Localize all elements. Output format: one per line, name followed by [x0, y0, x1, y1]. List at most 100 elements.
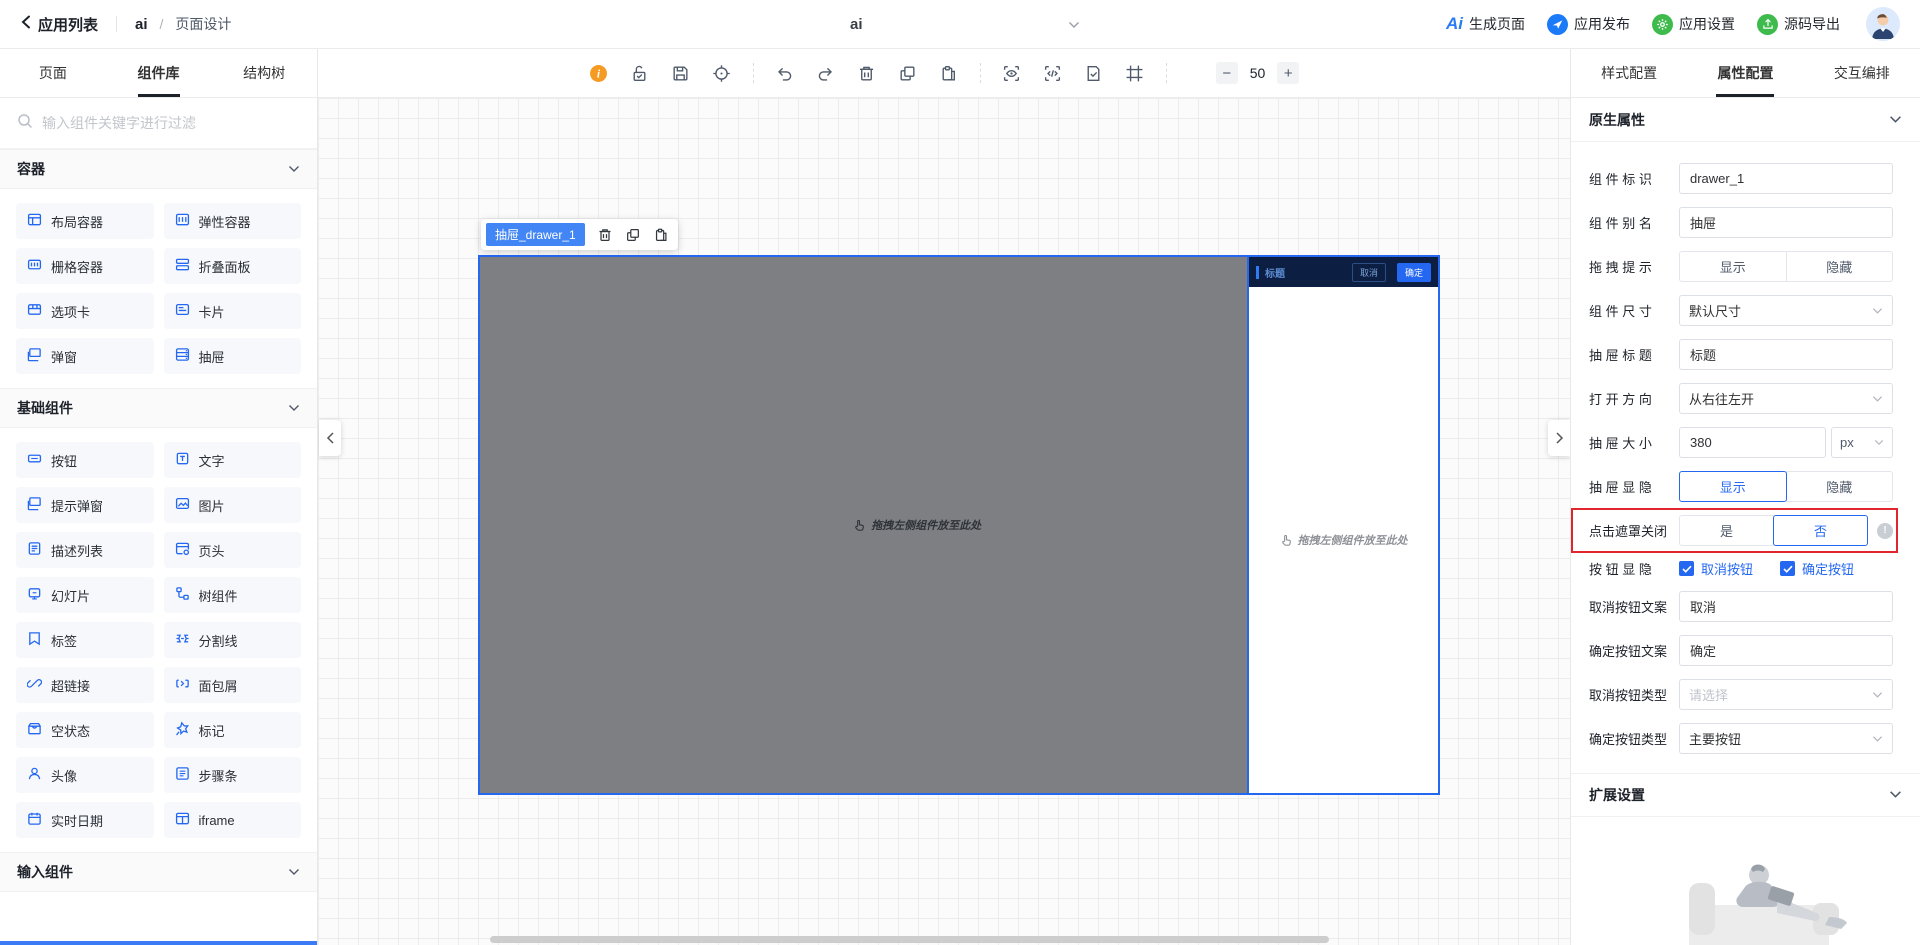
component-search-input[interactable] — [42, 115, 300, 131]
confirm-text-input[interactable] — [1679, 635, 1893, 666]
drawer-cancel-button[interactable]: 取消 — [1352, 263, 1386, 282]
toolbar-separator — [753, 63, 754, 83]
collapse-left-panel-button[interactable] — [319, 420, 341, 456]
unlock-icon[interactable] — [630, 63, 650, 83]
drawer-body[interactable]: 拖拽左侧组件放至此处 — [1249, 287, 1438, 793]
mask-close-no-option[interactable]: 否 — [1773, 515, 1868, 546]
paste-icon[interactable] — [939, 63, 959, 83]
zoom-in-button[interactable]: + — [1277, 62, 1299, 84]
component-item-hyperlink[interactable]: 超链接 — [16, 667, 154, 703]
component-item-description-list[interactable]: 描述列表 — [16, 532, 154, 568]
component-item-text[interactable]: 文字 — [164, 442, 302, 478]
artboard-icon[interactable] — [1125, 63, 1145, 83]
tab-pages[interactable]: 页面 — [0, 49, 106, 97]
drawer-panel[interactable]: 标题 取消 确定 拖拽左侧组件放至此处 — [1247, 257, 1438, 793]
component-alias-input[interactable] — [1679, 207, 1893, 238]
undo-icon[interactable] — [775, 63, 795, 83]
chevron-down-icon — [1872, 735, 1883, 743]
cancel-type-select[interactable]: 请选择 — [1679, 679, 1893, 710]
canvas-viewport[interactable]: 抽屉_drawer_1 拖拽左侧组件放至此处 — [318, 98, 1570, 945]
drawer-component-selected[interactable]: 拖拽左侧组件放至此处 标题 取消 确定 拖 — [478, 255, 1440, 795]
drawer-confirm-button[interactable]: 确定 — [1397, 263, 1431, 282]
mask-close-yes-option[interactable]: 是 — [1679, 515, 1774, 546]
component-item-breadcrumb[interactable]: 面包屑 — [164, 667, 302, 703]
field-drawer-title: 抽 屉 标 题 — [1589, 339, 1893, 370]
save-icon[interactable] — [671, 63, 691, 83]
app-publish-button[interactable]: 应用发布 — [1547, 14, 1630, 35]
component-item-tabs[interactable]: 选项卡 — [16, 293, 154, 329]
back-to-app-list-button[interactable]: 应用列表 — [20, 14, 98, 35]
component-item-flex-container[interactable]: 弹性容器 — [164, 203, 302, 239]
drawer-visibility-show-option[interactable]: 显示 — [1679, 471, 1787, 502]
cancel-button-checkbox[interactable]: 取消按钮 — [1679, 559, 1753, 578]
generate-page-button[interactable]: Ai 生成页面 — [1446, 14, 1525, 34]
breadcrumb-app[interactable]: ai — [135, 16, 148, 33]
paste-component-icon[interactable] — [653, 227, 669, 243]
section-container[interactable]: 容器 — [0, 149, 317, 189]
section-input[interactable]: 输入组件 — [0, 852, 317, 892]
component-item-layout-container[interactable]: 布局容器 — [16, 203, 154, 239]
section-basic[interactable]: 基础组件 — [0, 388, 317, 428]
delete-component-icon[interactable] — [597, 227, 613, 243]
component-item-collapse-panel[interactable]: 折叠面板 — [164, 248, 302, 284]
component-item-image[interactable]: 图片 — [164, 487, 302, 523]
component-item-divider[interactable]: 分割线 — [164, 622, 302, 658]
component-item-realtime-date[interactable]: 实时日期 — [16, 802, 154, 838]
tab-props-config[interactable]: 属性配置 — [1687, 49, 1803, 97]
drawer-visibility-hide-option[interactable]: 隐藏 — [1786, 471, 1894, 502]
component-size-select[interactable]: 默认尺寸 — [1679, 295, 1893, 326]
component-item-grid-container[interactable]: 栅格容器 — [16, 248, 154, 284]
info-tooltip-icon[interactable]: ! — [1877, 523, 1893, 539]
component-item-carousel[interactable]: 幻灯片 — [16, 577, 154, 613]
locate-icon[interactable] — [712, 63, 732, 83]
delete-icon[interactable] — [857, 63, 877, 83]
component-item-steps[interactable]: 步骤条 — [164, 757, 302, 793]
drag-hint-show-option[interactable]: 显示 — [1679, 251, 1787, 282]
component-item-page-header[interactable]: 页头 — [164, 532, 302, 568]
drag-hint-hide-option[interactable]: 隐藏 — [1786, 251, 1894, 282]
collapse-right-panel-button[interactable] — [1548, 420, 1570, 456]
canvas-horizontal-scrollbar[interactable] — [490, 936, 1329, 943]
component-item-alert-modal[interactable]: 提示弹窗 — [16, 487, 154, 523]
component-item-drawer[interactable]: 抽屉 — [164, 338, 302, 374]
page-selector-value: ai — [850, 16, 863, 33]
tab-component-library[interactable]: 组件库 — [106, 49, 212, 97]
info-icon[interactable]: i — [589, 63, 609, 83]
drawer-title-input[interactable] — [1679, 339, 1893, 370]
tab-style-config[interactable]: 样式配置 — [1571, 49, 1687, 97]
tab-structure-tree[interactable]: 结构树 — [211, 49, 317, 97]
cancel-text-input[interactable] — [1679, 591, 1893, 622]
preview-icon[interactable] — [1002, 63, 1022, 83]
page-check-icon[interactable] — [1084, 63, 1104, 83]
component-item-modal[interactable]: 弹窗 — [16, 338, 154, 374]
redo-icon[interactable] — [816, 63, 836, 83]
component-item-avatar[interactable]: 头像 — [16, 757, 154, 793]
copy-component-icon[interactable] — [625, 227, 641, 243]
source-code-icon[interactable] — [1043, 63, 1063, 83]
copy-icon[interactable] — [898, 63, 918, 83]
drawer-size-unit-select[interactable]: px — [1831, 427, 1893, 458]
component-item-tree[interactable]: 树组件 — [164, 577, 302, 613]
confirm-button-checkbox[interactable]: 确定按钮 — [1780, 559, 1854, 578]
user-avatar[interactable] — [1866, 7, 1900, 41]
section-input-title: 输入组件 — [17, 862, 73, 882]
component-item-tag[interactable]: 标签 — [16, 622, 154, 658]
component-item-card[interactable]: 卡片 — [164, 293, 302, 329]
section-native-props[interactable]: 原生属性 — [1571, 98, 1920, 142]
component-item-empty-state[interactable]: 空状态 — [16, 712, 154, 748]
app-settings-button[interactable]: 应用设置 — [1652, 14, 1735, 35]
component-item-marker[interactable]: 标记 — [164, 712, 302, 748]
component-id-input[interactable] — [1679, 163, 1893, 194]
tab-interaction-config[interactable]: 交互编排 — [1804, 49, 1920, 97]
component-item-iframe[interactable]: iframe — [164, 802, 302, 838]
drawer-size-input[interactable] — [1679, 427, 1826, 458]
drawer-mask-overlay[interactable]: 拖拽左侧组件放至此处 — [480, 257, 1247, 793]
sidebar-horizontal-scrollbar[interactable] — [0, 941, 318, 945]
confirm-type-select[interactable]: 主要按钮 — [1679, 723, 1893, 754]
section-extended-settings[interactable]: 扩展设置 — [1571, 773, 1920, 817]
page-selector-dropdown[interactable]: ai — [850, 0, 1080, 49]
open-direction-select[interactable]: 从右往左开 — [1679, 383, 1893, 414]
zoom-out-button[interactable]: − — [1216, 62, 1238, 84]
source-export-button[interactable]: 源码导出 — [1757, 14, 1840, 35]
component-item-button[interactable]: 按钮 — [16, 442, 154, 478]
